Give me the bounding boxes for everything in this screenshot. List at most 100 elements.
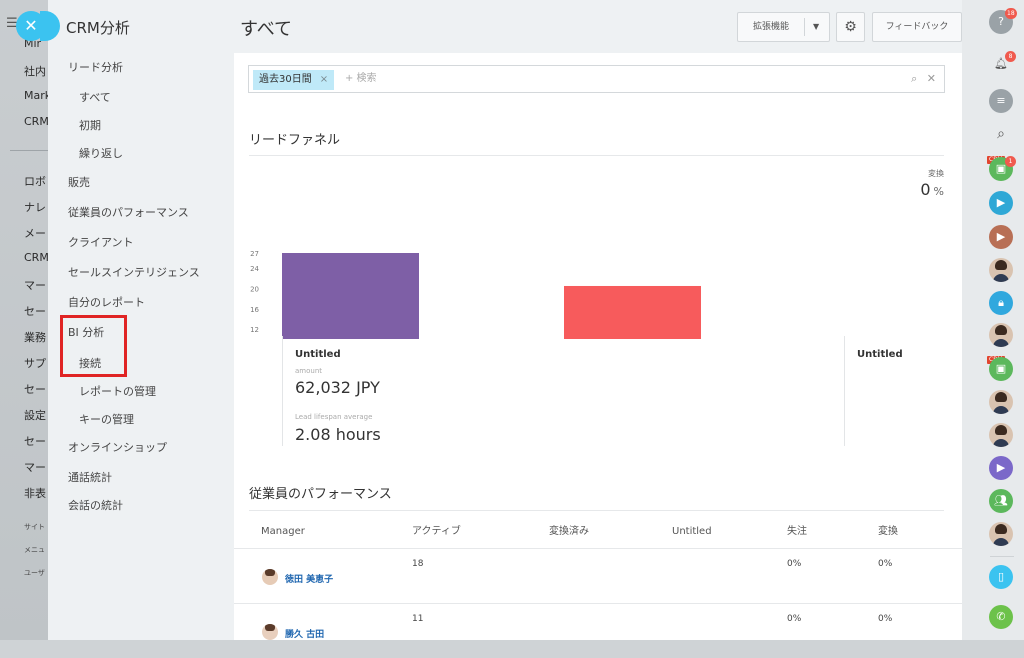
user-avatar[interactable]: [989, 522, 1013, 546]
close-slider-button[interactable]: ✕: [16, 11, 60, 41]
background-menu-item: ロボ: [24, 175, 46, 188]
table-row: 勝久 古田 11 0% 0%: [234, 603, 962, 658]
gear-icon: ⚙: [844, 19, 857, 35]
column-header[interactable]: 変換: [878, 515, 898, 549]
background-menu-item: セー: [24, 383, 46, 396]
page-title: すべて: [240, 19, 293, 40]
stat-name-2: Untitled: [857, 349, 903, 360]
group-chat-button[interactable]: 👥︎: [989, 489, 1013, 513]
background-menu-item: マー: [24, 279, 46, 292]
stats-divider: [282, 336, 283, 446]
lost-cell: 0%: [787, 614, 802, 624]
manager-link[interactable]: 勝久 古田: [285, 627, 324, 640]
background-menu-item: CRM: [24, 115, 48, 128]
amount-label: amount: [295, 367, 323, 375]
video-call-button-2[interactable]: ▶: [989, 225, 1013, 249]
global-search-button[interactable]: ⌕: [989, 122, 1013, 146]
filter-bar[interactable]: 過去30日間 × + 検索 ⌕ ✕: [248, 65, 945, 93]
video-icon: ▶: [996, 196, 1006, 209]
user-avatar[interactable]: [989, 423, 1013, 447]
background-menu-item: メニュ: [24, 546, 45, 554]
menu-item[interactable]: レポートの管理: [79, 383, 156, 399]
background-menu-item: CRM: [24, 251, 48, 264]
column-header[interactable]: 失注: [787, 515, 807, 549]
help-icon: ?: [998, 15, 1004, 28]
menu-item[interactable]: 繰り返し: [79, 145, 123, 161]
menu-item[interactable]: 自分のレポート: [68, 294, 145, 310]
funnel-stats: Untitled amount 62,032 JPY Lead lifespan…: [282, 336, 903, 446]
y-tick-label: 27: [250, 250, 259, 258]
active-cell: 11: [412, 614, 424, 624]
conversion-cell: 0%: [878, 559, 893, 569]
funnel-chart: 0481216202427: [250, 250, 701, 339]
button-separator: [804, 18, 805, 36]
messenger-button[interactable]: ≡: [989, 89, 1013, 113]
user-avatar[interactable]: [989, 390, 1013, 414]
lifespan-label: Lead lifespan average: [295, 413, 373, 421]
settings-button[interactable]: ⚙: [836, 12, 865, 42]
menu-item[interactable]: クライアント: [68, 234, 134, 250]
y-tick-label: 12: [250, 326, 259, 334]
search-icon: ⌕: [997, 126, 1005, 142]
menu-item[interactable]: リード分析: [68, 59, 123, 75]
menu-item[interactable]: 初期: [79, 117, 101, 133]
conversion-label: 変換: [928, 169, 944, 178]
chip-remove-icon[interactable]: ×: [320, 74, 328, 85]
menu-item[interactable]: すべて: [79, 89, 111, 105]
help-badge: 18: [1005, 8, 1017, 19]
manager-link[interactable]: 徳田 美恵子: [285, 572, 333, 585]
menu-item[interactable]: 販売: [68, 174, 90, 190]
menu-item[interactable]: オンラインショップ: [68, 439, 167, 455]
funnel-bar[interactable]: [564, 285, 701, 339]
column-header[interactable]: アクティブ: [412, 515, 461, 549]
main-area: すべて 拡張機能 ▼ ⚙ フィードバック 過去30日間 × + 検索 ⌕ ✕ リー…: [234, 0, 962, 640]
stat-name: Untitled: [295, 349, 341, 360]
background-menu-item: 設定: [24, 409, 46, 422]
table-row: 徳田 美恵子 18 0% 0%: [234, 548, 962, 603]
video-call-button-3[interactable]: ▶: [989, 456, 1013, 480]
background-menu-item: 社内: [24, 65, 46, 78]
background-menu-item: 非表: [24, 487, 46, 500]
video-call-button[interactable]: ▶: [989, 191, 1013, 215]
filter-actions: ⌕ ✕: [911, 66, 936, 92]
background-menu-item: ナレ: [24, 201, 46, 214]
clear-filter-icon[interactable]: ✕: [927, 72, 936, 85]
column-header[interactable]: Manager: [261, 515, 305, 549]
crm-badge: 1: [1005, 156, 1016, 167]
extensions-label: 拡張機能: [752, 22, 789, 32]
background-divider: [10, 150, 48, 151]
filter-chip[interactable]: 過去30日間 ×: [253, 70, 335, 90]
search-icon[interactable]: ⌕: [911, 72, 917, 85]
menu-item[interactable]: 従業員のパフォーマンス: [68, 204, 189, 220]
menu-item[interactable]: 通話統計: [68, 469, 112, 485]
background-menu-item: セー: [24, 305, 46, 318]
phone-icon: ✆: [996, 610, 1006, 623]
background-menu-item: セー: [24, 435, 46, 448]
chevron-down-icon[interactable]: ▼: [813, 13, 819, 41]
menu-item[interactable]: 会話の統計: [68, 497, 123, 513]
column-header[interactable]: 変換済み: [549, 515, 589, 549]
lock-chat-button[interactable]: 🔒︎: [989, 291, 1013, 315]
background-menu-item: サイト: [24, 523, 45, 531]
y-tick-label: 16: [250, 306, 259, 314]
funnel-bar[interactable]: [282, 253, 419, 339]
background-menu-item: メー: [24, 227, 46, 240]
search-input[interactable]: + 検索: [345, 66, 377, 92]
lost-cell: 0%: [787, 559, 802, 569]
stats-divider: [844, 336, 845, 446]
user-avatar[interactable]: [989, 323, 1013, 347]
extensions-button[interactable]: 拡張機能 ▼: [737, 12, 830, 42]
column-header[interactable]: Untitled: [672, 515, 712, 549]
background-menu-item: ユーザ: [24, 569, 45, 577]
mobile-app-button[interactable]: ▯: [989, 565, 1013, 589]
lock-icon: 🔒︎: [998, 296, 1004, 309]
phone-call-button[interactable]: ✆: [989, 605, 1013, 629]
active-cell: 18: [412, 559, 424, 569]
crm-contact-button-2[interactable]: ▣: [989, 357, 1013, 381]
section-divider: [249, 510, 944, 511]
feedback-button[interactable]: フィードバック: [872, 12, 962, 42]
menu-item[interactable]: キーの管理: [79, 411, 134, 427]
user-avatar[interactable]: [989, 258, 1013, 282]
menu-item[interactable]: セールスインテリジェンス: [68, 264, 200, 280]
toolbar-divider: [990, 556, 1014, 557]
